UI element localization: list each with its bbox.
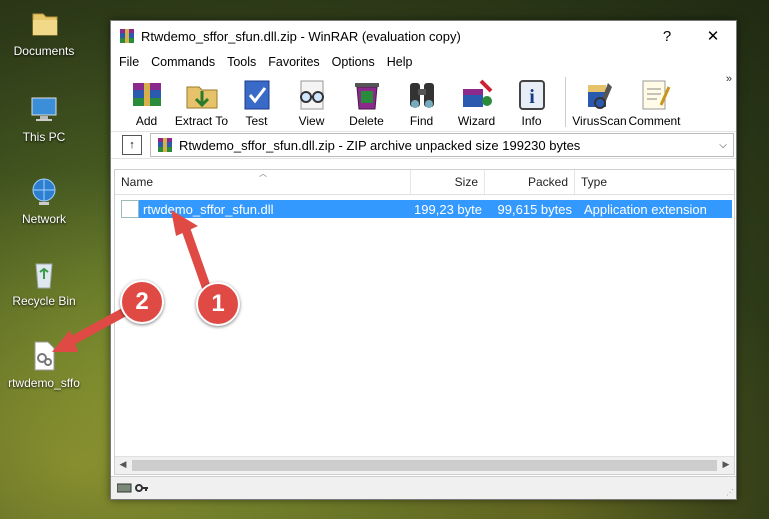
- step-badge-1: 1: [196, 282, 240, 326]
- annotation-arrows: [52, 210, 213, 352]
- step-badge-2: 2: [120, 280, 164, 324]
